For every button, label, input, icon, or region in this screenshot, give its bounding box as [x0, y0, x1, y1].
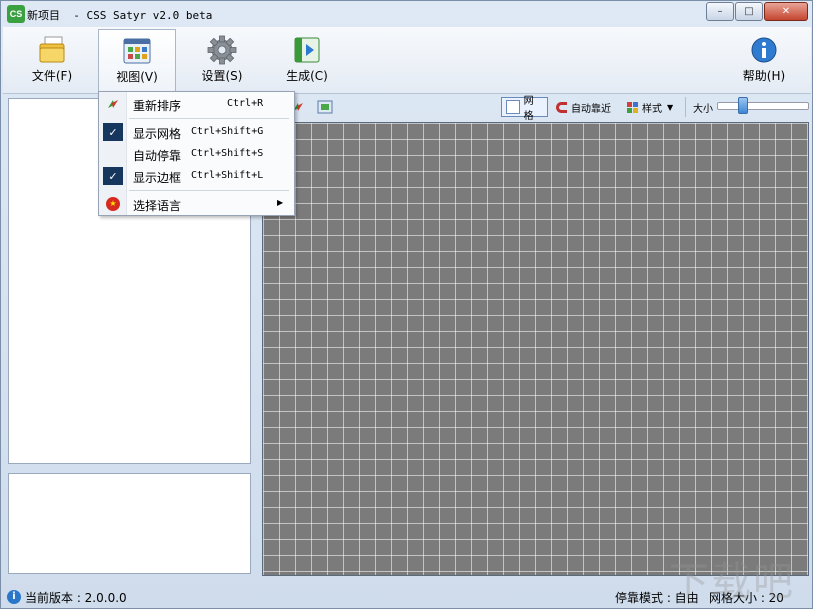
magnet-icon: [556, 101, 567, 113]
menu-separator: [129, 190, 289, 191]
size-slider[interactable]: [717, 102, 809, 110]
grid-toggle-label: 网格: [523, 96, 534, 122]
main-toolbar: 文件(F) 视图(V) 设置(S) 生成(C) 帮助(H): [3, 27, 811, 94]
menu-separator: [129, 118, 289, 119]
submenu-arrow-icon: ▶: [277, 198, 284, 207]
check-icon: ✓: [103, 123, 123, 141]
menu-item-shortcut: Ctrl+R: [227, 98, 264, 109]
info-icon: [748, 35, 780, 65]
title-bar: CS 新项目 - CSS Satyr v2.0 beta – □ ✕: [1, 1, 812, 27]
gear-icon: [206, 35, 238, 65]
menu-item-label: 显示网格: [133, 127, 182, 141]
menu-item-shortcut: Ctrl+Shift+S: [191, 148, 264, 159]
folder-icon: [36, 35, 68, 65]
view-button-label: 视图(V): [116, 70, 158, 84]
menu-item-select-language[interactable]: ★ 选择语言 ▶: [99, 193, 294, 215]
design-canvas[interactable]: [262, 122, 809, 576]
view-grid-icon: [121, 36, 153, 66]
menu-item-shortcut: Ctrl+Shift+L: [191, 170, 264, 181]
reorder-icon: [103, 95, 123, 113]
check-icon: ✓: [103, 167, 123, 185]
close-button[interactable]: ✕: [764, 2, 808, 21]
app-logo-icon: CS: [7, 5, 25, 23]
file-button-label: 文件(F): [31, 69, 73, 83]
generate-button-label: 生成(C): [286, 69, 328, 83]
toolbar-divider: [685, 97, 686, 117]
properties-panel[interactable]: [8, 473, 251, 574]
window-controls: – □ ✕: [705, 2, 808, 21]
style-dropdown[interactable]: 样式 ▼: [627, 97, 673, 117]
menu-item-reorder[interactable]: 重新排序 Ctrl+R: [99, 93, 294, 115]
generate-button[interactable]: 生成(C): [268, 29, 346, 91]
minimize-button[interactable]: –: [706, 2, 734, 21]
menu-item-label: 选择语言: [133, 199, 182, 213]
settings-button[interactable]: 设置(S): [183, 29, 261, 91]
watermark-logo: 下载吧: [669, 559, 795, 605]
menu-item-show-grid[interactable]: ✓ 显示网格 Ctrl+Shift+G: [99, 121, 294, 143]
auto-snap-toggle[interactable]: 自动靠近: [556, 97, 611, 117]
style-label: 样式: [642, 103, 662, 115]
export-image-icon[interactable]: [317, 97, 335, 117]
generate-icon: [291, 35, 323, 65]
menu-item-label: 重新排序: [133, 99, 182, 113]
help-button-label: 帮助(H): [742, 69, 786, 83]
info-icon: i: [7, 590, 21, 604]
file-button[interactable]: 文件(F): [13, 29, 91, 91]
menu-item-shortcut: Ctrl+Shift+G: [191, 126, 264, 137]
menu-item-show-border[interactable]: ✓ 显示边框 Ctrl+Shift+L: [99, 165, 294, 187]
app-window: CS 新项目 - CSS Satyr v2.0 beta – □ ✕ 文件(F): [0, 0, 813, 609]
version-label: 当前版本 : 2.0.0.0: [25, 591, 127, 605]
window-title: 新项目 - CSS Satyr v2.0 beta: [27, 9, 213, 22]
help-button[interactable]: 帮助(H): [725, 29, 803, 91]
auto-snap-label: 自动靠近: [571, 103, 611, 115]
menu-item-auto-dock[interactable]: 自动停靠 Ctrl+Shift+S: [99, 143, 294, 165]
menu-item-label: 自动停靠: [133, 149, 182, 163]
view-button[interactable]: 视图(V): [98, 29, 176, 94]
view-menu: 重新排序 Ctrl+R ✓ 显示网格 Ctrl+Shift+G 自动停靠 Ctr…: [98, 91, 295, 216]
size-slider-thumb[interactable]: [737, 97, 748, 114]
canvas-toolbar: 网格 自动靠近 样式 ▼ 大小: [262, 94, 810, 122]
menu-item-label: 显示边框: [133, 171, 182, 185]
grid-toggle[interactable]: 网格: [501, 96, 548, 122]
size-label: 大小: [693, 103, 713, 115]
style-palette-icon: [627, 101, 638, 113]
settings-button-label: 设置(S): [201, 69, 243, 83]
china-flag-icon: ★: [103, 195, 123, 213]
maximize-button[interactable]: □: [735, 2, 763, 21]
grid-icon: [506, 100, 520, 114]
chevron-down-icon: ▼: [667, 102, 674, 112]
